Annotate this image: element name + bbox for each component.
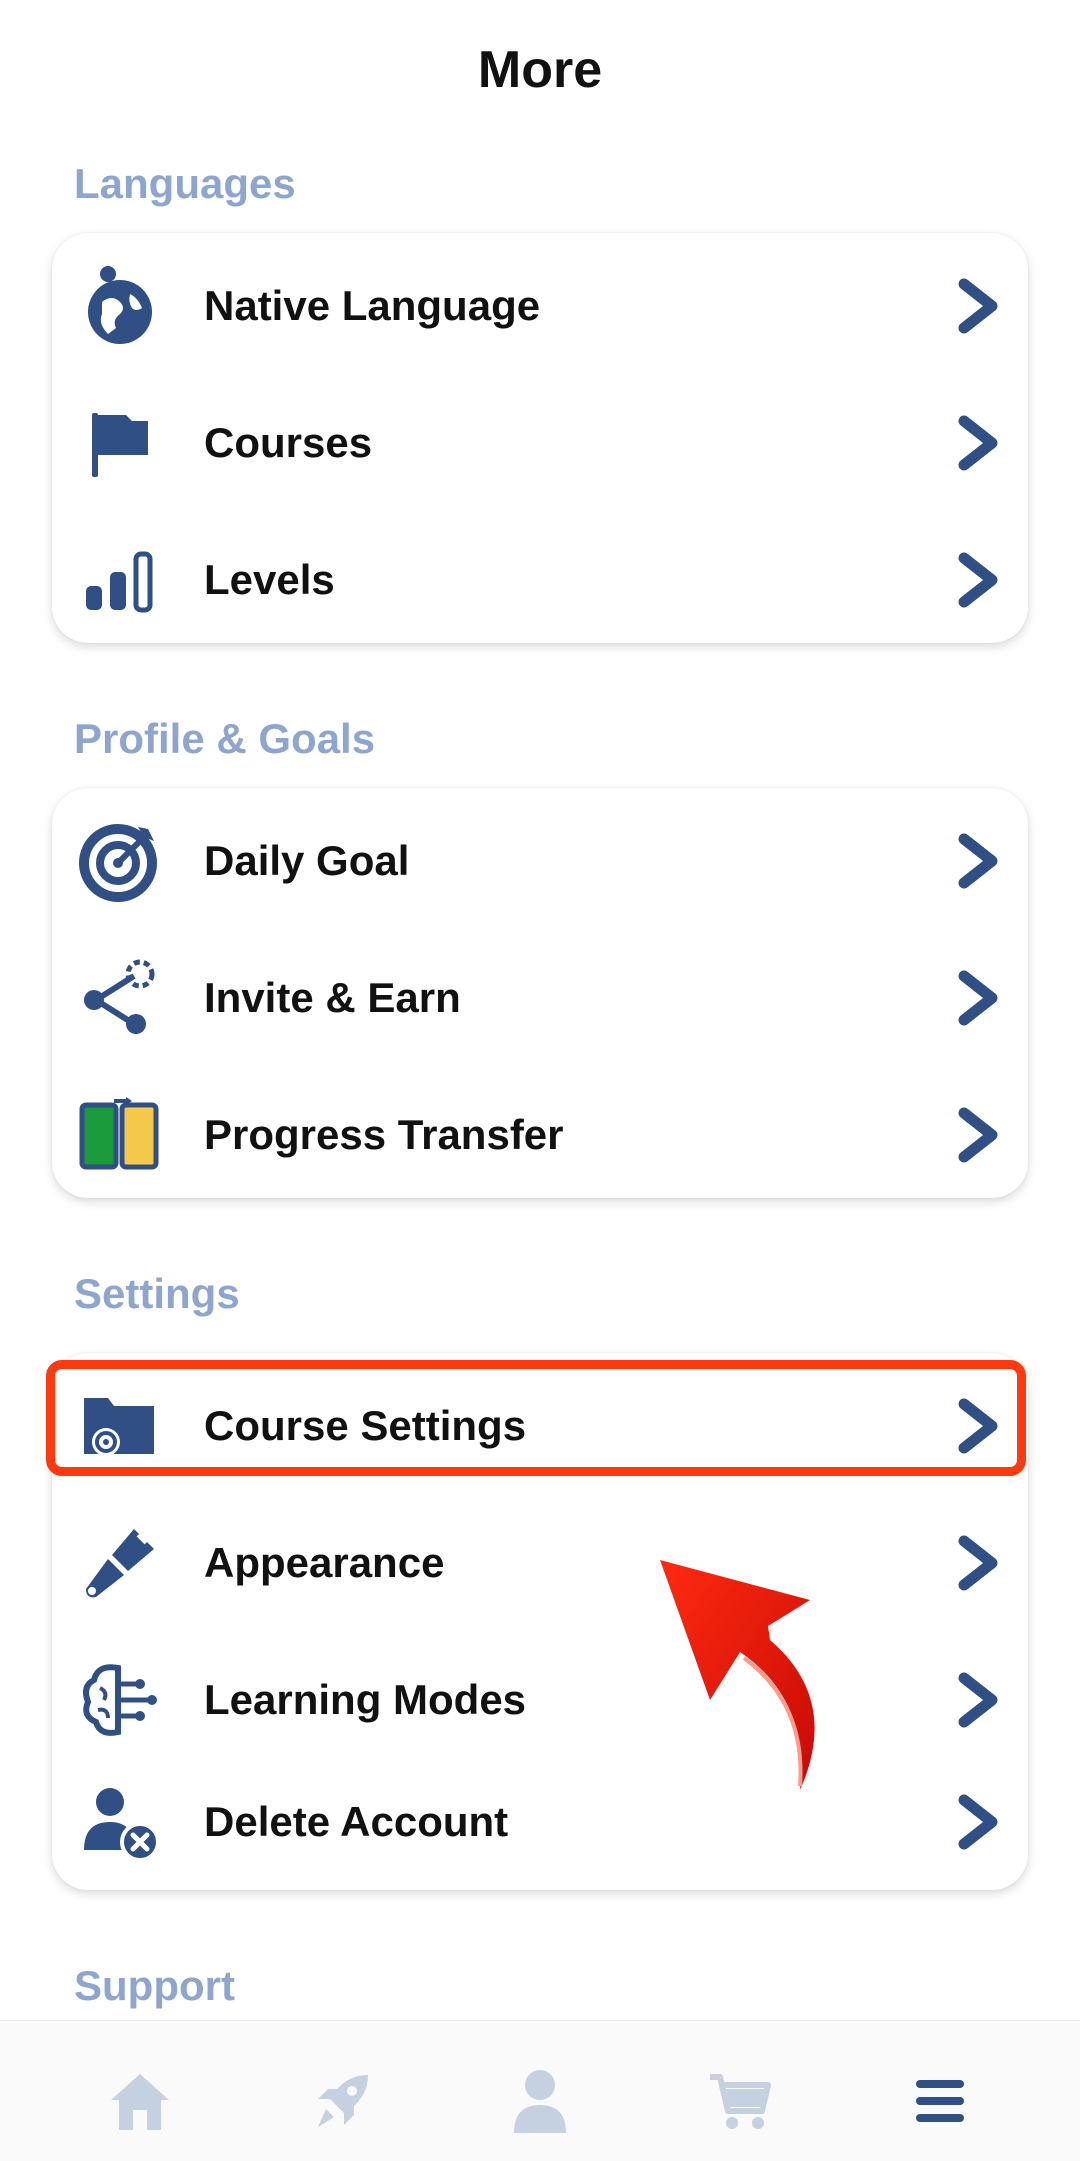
menu-icon — [916, 2080, 964, 2122]
chevron-right-icon — [958, 552, 998, 607]
chevron-right-icon — [958, 970, 998, 1025]
menu-item-label: Levels — [204, 555, 335, 603]
transfer-icon — [78, 1093, 162, 1177]
share-icon — [78, 956, 162, 1040]
menu-item-label: Invite & Earn — [204, 973, 461, 1021]
nav-profile[interactable] — [500, 2061, 580, 2141]
rocket-icon — [318, 2075, 368, 2127]
profile-goals-card: Daily Goal Invite & Earn Progress Transf… — [52, 788, 1028, 1198]
menu-item-label: Progress Transfer — [204, 1110, 564, 1158]
home-icon — [111, 2074, 169, 2130]
page-title: More — [477, 41, 603, 99]
course-settings-highlight — [46, 1360, 1026, 1476]
bottom-navigation — [0, 2020, 1080, 2161]
menu-item-delete-account[interactable]: Delete Account — [52, 1753, 1028, 1890]
annotation-arrow-icon — [660, 1560, 815, 1790]
menu-item-courses[interactable]: Courses — [52, 374, 1028, 511]
section-label-profile-goals: Profile & Goals — [74, 715, 376, 762]
menu-item-label: Delete Account — [204, 1797, 509, 1845]
section-label-support: Support — [74, 1962, 235, 2009]
menu-item-label: Learning Modes — [204, 1675, 527, 1723]
nav-home[interactable] — [100, 2061, 180, 2141]
chevron-right-icon — [958, 278, 998, 333]
chevron-right-icon — [958, 415, 998, 470]
bars-icon — [78, 538, 162, 622]
chevron-right-icon — [958, 1535, 998, 1590]
nav-more[interactable] — [900, 2061, 980, 2141]
nav-shop[interactable] — [700, 2061, 780, 2141]
section-label-languages: Languages — [74, 160, 296, 207]
section-label-settings: Settings — [74, 1270, 240, 1317]
menu-item-label: Appearance — [204, 1538, 445, 1586]
user-remove-icon — [78, 1780, 162, 1864]
languages-card: Native Language Courses Levels — [52, 233, 1028, 643]
menu-item-appearance[interactable]: Appearance — [52, 1494, 1028, 1631]
menu-item-label: Native Language — [204, 281, 541, 329]
cart-icon — [710, 2074, 771, 2129]
brain-circuit-icon — [78, 1658, 162, 1742]
menu-item-label: Courses — [204, 418, 373, 466]
menu-item-levels[interactable]: Levels — [52, 511, 1028, 648]
chevron-right-icon — [958, 833, 998, 888]
menu-item-native-language[interactable]: Native Language — [52, 237, 1028, 374]
nav-rocket[interactable] — [302, 2061, 382, 2141]
chevron-right-icon — [958, 1672, 998, 1727]
menu-item-label: Daily Goal — [204, 836, 410, 884]
chevron-right-icon — [958, 1794, 998, 1849]
menu-item-learning-modes[interactable]: Learning Modes — [52, 1631, 1028, 1768]
target-icon — [78, 819, 162, 903]
menu-item-daily-goal[interactable]: Daily Goal — [52, 792, 1028, 929]
menu-item-progress-transfer[interactable]: Progress Transfer — [52, 1066, 1028, 1203]
chevron-right-icon — [958, 1107, 998, 1162]
menu-item-invite-earn[interactable]: Invite & Earn — [52, 929, 1028, 1066]
brush-icon — [78, 1521, 162, 1605]
person-icon — [514, 2070, 566, 2133]
globe-person-icon — [78, 264, 162, 348]
flag-icon — [78, 401, 162, 485]
